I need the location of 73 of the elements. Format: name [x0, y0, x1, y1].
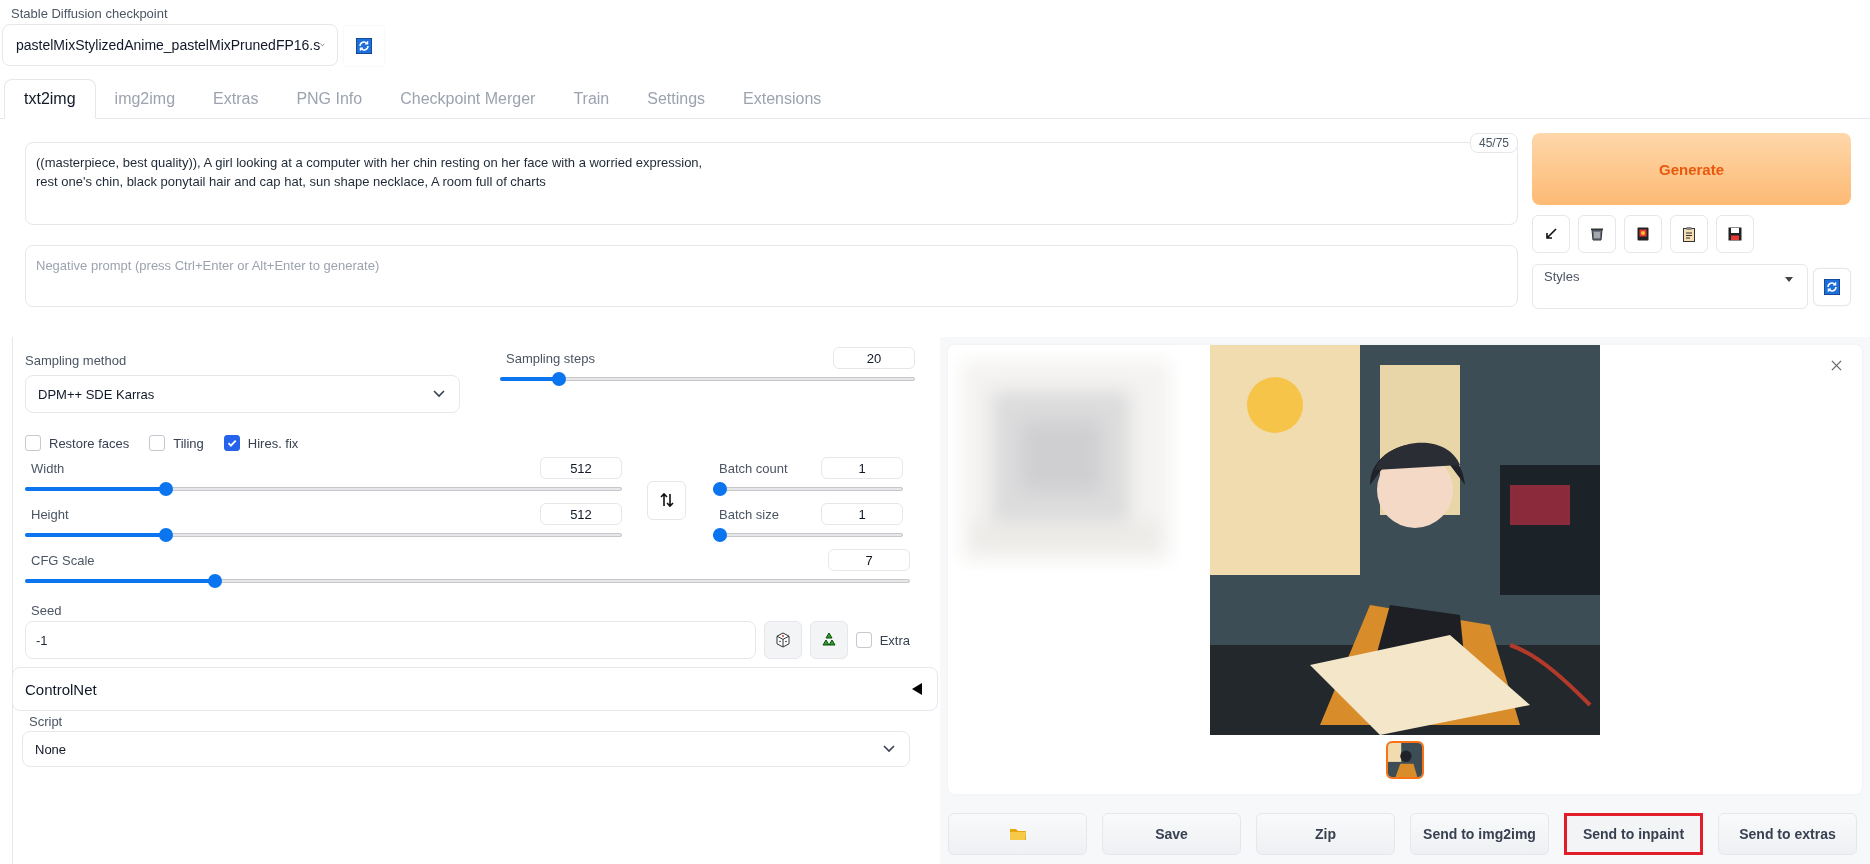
dice-icon	[773, 631, 792, 649]
clipboard-icon	[1681, 226, 1697, 242]
slider-label: Batch count	[719, 460, 788, 476]
batch-slider[interactable]	[713, 481, 903, 497]
checkbox-label: Restore faces	[49, 435, 130, 451]
clipboard-button[interactable]	[1670, 215, 1708, 253]
save-style-button[interactable]	[1716, 215, 1754, 253]
thumbnail[interactable]	[1386, 741, 1424, 779]
swap-icon	[658, 492, 675, 508]
negative-prompt-field[interactable]: Negative prompt (press Ctrl+Enter or Alt+Enter to generate)	[25, 245, 1518, 307]
styles-dropdown[interactable]: Styles	[1532, 264, 1808, 309]
folder-icon	[1008, 827, 1027, 841]
caret-icon	[1785, 277, 1793, 282]
controlnet-panel[interactable]: ControlNet	[12, 667, 938, 711]
close-icon	[1830, 359, 1842, 371]
checkbox[interactable]	[855, 632, 872, 648]
number-field[interactable]: 1	[821, 457, 903, 479]
controlnet-label: ControlNet	[25, 680, 97, 698]
refresh-button[interactable]	[1813, 267, 1851, 306]
slider-label: CFG Scale	[31, 552, 95, 568]
action-button[interactable]: Send to inpaint	[1564, 813, 1703, 855]
recycle-icon	[819, 631, 838, 649]
cfg-scale-slider[interactable]	[25, 573, 910, 589]
swap-button[interactable]	[647, 480, 686, 520]
number-field[interactable]: 512	[540, 503, 622, 525]
action-button[interactable]: Zip	[1256, 813, 1395, 855]
number-field[interactable]: 7	[828, 549, 910, 571]
card-button[interactable]	[1624, 215, 1662, 253]
slider-label: Sampling steps	[506, 350, 595, 366]
arrow-icon	[1544, 227, 1558, 241]
trash-icon	[1589, 226, 1605, 242]
dice-button[interactable]	[764, 621, 802, 659]
checkpoint-dropdown[interactable]: pastelMixStylizedAnime_pastelMixPrunedFP16.s	[2, 24, 338, 66]
seed-label: Seed	[30, 603, 63, 619]
slider-label: Batch size	[719, 506, 779, 522]
check-icon	[225, 437, 238, 449]
checkpoint-value: pastelMixStylizedAnime_pastelMixPrunedFP16.s	[16, 37, 321, 53]
number-field[interactable]: 512	[540, 457, 622, 479]
refresh-button[interactable]	[344, 26, 384, 66]
checkbox[interactable]	[223, 435, 240, 451]
number-field[interactable]: 20	[833, 347, 915, 369]
checkbox[interactable]	[149, 435, 166, 451]
sampling-method-dropdown[interactable]: DPM++ SDE Karras	[25, 375, 460, 413]
trash-button[interactable]	[1578, 215, 1616, 253]
size-slider[interactable]	[25, 527, 622, 543]
seed-field[interactable]: -1	[25, 621, 757, 659]
chevron-down-icon	[320, 41, 325, 49]
checkbox-label: Tiling	[173, 435, 204, 451]
token-counter: 45/75	[1469, 133, 1518, 153]
action-button[interactable]: Send to img2img	[1410, 813, 1549, 855]
sampling-method-label: Sampling method	[25, 353, 128, 368]
checkbox-label: Hires. fix	[247, 435, 299, 451]
chevron-down-icon	[433, 390, 445, 398]
arrow-button[interactable]	[1532, 215, 1570, 253]
slider-label: Width	[31, 460, 65, 476]
size-slider[interactable]	[25, 481, 622, 497]
slider-label: Height	[31, 506, 69, 522]
tab[interactable]: txt2img	[4, 79, 96, 119]
styles-label: Styles	[1543, 269, 1581, 285]
action-button[interactable]: Send to extras	[1718, 813, 1857, 855]
checkbox[interactable]	[25, 435, 41, 451]
refresh-icon	[356, 38, 372, 54]
chevron-down-icon	[883, 745, 895, 753]
number-field[interactable]: 1	[821, 503, 903, 525]
recycle-button[interactable]	[809, 621, 848, 659]
action-button[interactable]: Save	[1102, 813, 1241, 855]
batch-slider[interactable]	[713, 527, 903, 543]
checkbox-label: Extra	[879, 632, 910, 648]
checkpoint-label: Stable Diffusion checkpoint	[10, 6, 169, 22]
script-dropdown[interactable]: None	[22, 731, 910, 767]
refresh-icon	[1824, 278, 1840, 295]
card-icon	[1635, 226, 1651, 242]
sampling-steps-slider[interactable]	[500, 371, 915, 387]
